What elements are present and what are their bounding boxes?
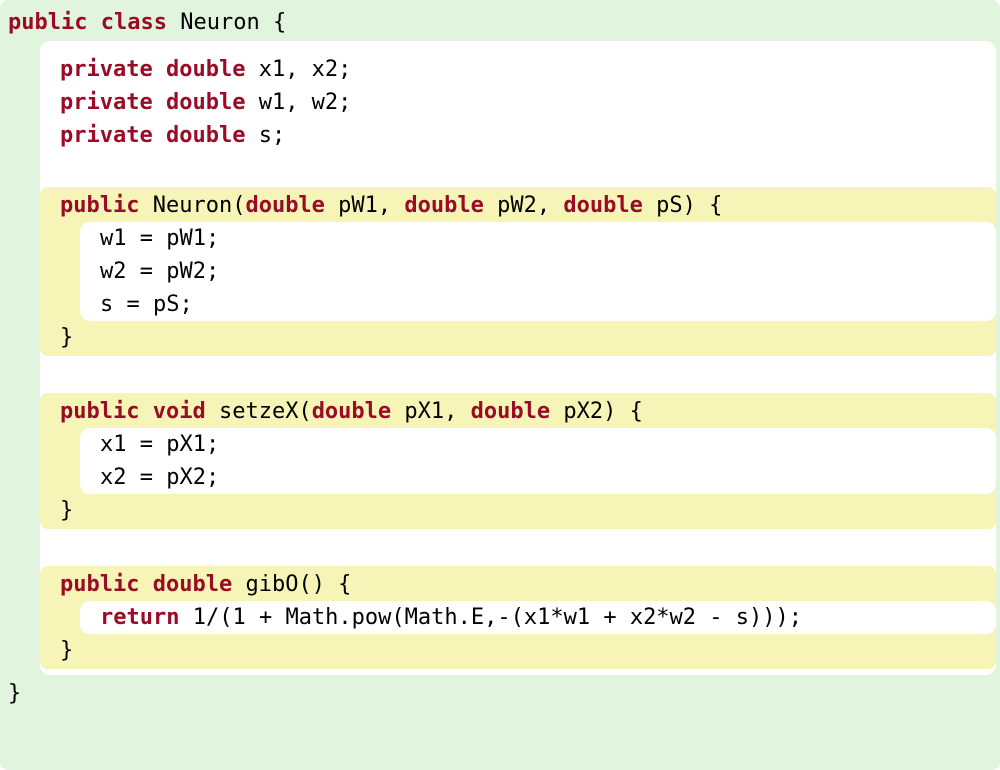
constructor: public Neuron(double pW1, double pW2, do… [40, 187, 996, 356]
constructor-body: w1 = pW1; w2 = pW2; s = pS; [80, 222, 996, 321]
class-declaration: public class Neuron { [4, 4, 996, 41]
keyword-class: class [101, 10, 167, 35]
close-brace: } [40, 634, 996, 667]
keyword-public: public [60, 399, 139, 424]
field-declaration: private double w1, w2; [40, 86, 996, 119]
statement: s = pS; [80, 288, 996, 321]
keyword-public: public [60, 193, 139, 218]
close-brace: } [40, 321, 996, 354]
method-gibo: public double gibO() { return 1/(1 + Mat… [40, 566, 996, 669]
keyword-private: private [60, 90, 153, 115]
keyword-double: double [166, 90, 245, 115]
blank-line [40, 531, 996, 564]
keyword-public: public [60, 572, 139, 597]
blank-line [40, 358, 996, 391]
close-brace: } [40, 494, 996, 527]
keyword-double: double [404, 193, 483, 218]
field-declaration: private double s; [40, 119, 996, 152]
code-block: public class Neuron { private double x1,… [0, 0, 1000, 770]
statement: x2 = pX2; [80, 461, 996, 494]
return-expr: 1/(1 + Math.pow(Math.E,-(x1*w1 + x2*w2 -… [179, 605, 802, 630]
keyword-double: double [471, 399, 550, 424]
statement: w2 = pW2; [80, 255, 996, 288]
field-names: s; [245, 123, 285, 148]
close-brace: } [4, 675, 996, 712]
ctor-param: pW1, [325, 193, 404, 218]
return-statement: return 1/(1 + Math.pow(Math.E,-(x1*w1 + … [80, 601, 996, 634]
keyword-private: private [60, 57, 153, 82]
keyword-double: double [153, 572, 232, 597]
method-signature: public double gibO() { [40, 568, 996, 601]
method-setzex: public void setzeX(double pX1, double pX… [40, 393, 996, 529]
statement: w1 = pW1; [80, 222, 996, 255]
keyword-double: double [563, 193, 642, 218]
keyword-double: double [312, 399, 391, 424]
class-body: private double x1, x2; private double w1… [40, 41, 996, 675]
keyword-double: double [166, 123, 245, 148]
keyword-double: double [245, 193, 324, 218]
open-brace: { [260, 10, 287, 35]
field-names: w1, w2; [245, 90, 351, 115]
keyword-double: double [166, 57, 245, 82]
statement: x1 = pX1; [80, 428, 996, 461]
method-body: x1 = pX1; x2 = pX2; [80, 428, 996, 494]
blank-line [40, 152, 996, 185]
method-signature: public void setzeX(double pX1, double pX… [40, 395, 996, 428]
ctor-param: pS) { [643, 193, 722, 218]
ctor-name: Neuron( [139, 193, 245, 218]
ctor-param: pW2, [484, 193, 563, 218]
constructor-signature: public Neuron(double pW1, double pW2, do… [40, 189, 996, 222]
class-name: Neuron [180, 10, 259, 35]
method-body: return 1/(1 + Math.pow(Math.E,-(x1*w1 + … [80, 601, 996, 634]
field-declaration: private double x1, x2; [40, 53, 996, 86]
field-names: x1, x2; [245, 57, 351, 82]
keyword-return: return [100, 605, 179, 630]
method-name: setzeX( [206, 399, 312, 424]
method-param: pX2) { [550, 399, 643, 424]
keyword-void: void [153, 399, 206, 424]
method-name: gibO() { [232, 572, 351, 597]
keyword-public: public [8, 10, 87, 35]
method-param: pX1, [391, 399, 470, 424]
keyword-private: private [60, 123, 153, 148]
